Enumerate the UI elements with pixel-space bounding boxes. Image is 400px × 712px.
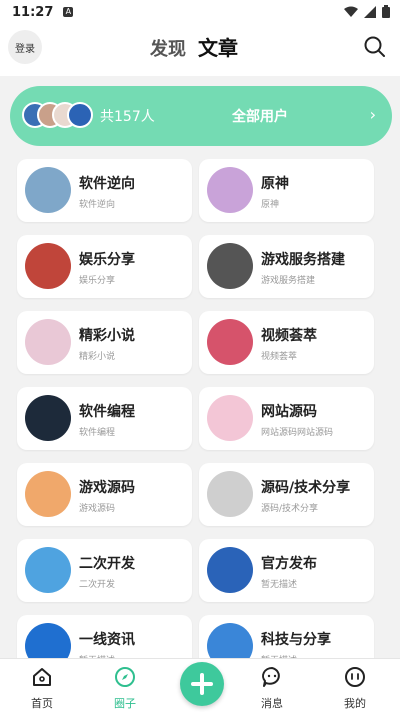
category-card[interactable]: 软件逆向 软件逆向: [17, 159, 192, 222]
category-thumbnail: [25, 243, 71, 289]
all-users-banner[interactable]: 共157人 全部用户 ›: [10, 86, 392, 146]
category-card[interactable]: 精彩小说 精彩小说: [17, 311, 192, 374]
category-desc: 精彩小说: [79, 352, 116, 362]
category-card[interactable]: 游戏源码 游戏源码: [17, 463, 192, 526]
chevron-right-icon: ›: [369, 105, 376, 124]
compass-icon: [115, 667, 135, 687]
category-title: 精彩小说: [79, 328, 135, 344]
category-thumbnail: [207, 395, 253, 441]
status-bar: 11:27 A: [0, 0, 400, 24]
lock-icon: [25, 167, 71, 213]
nav-profile[interactable]: 我的: [325, 665, 385, 711]
home-icon: [33, 668, 51, 686]
category-card[interactable]: 网站源码 网站源码网站源码: [199, 387, 374, 450]
all-users-label: 全部用户: [232, 109, 288, 125]
nav-messages-label: 消息: [261, 697, 283, 710]
nav-messages[interactable]: 消息: [242, 665, 302, 711]
user-avatars: [22, 100, 96, 130]
signal-icon: [364, 5, 376, 18]
category-thumbnail: [25, 471, 71, 517]
avatar: [67, 102, 93, 128]
category-title: 娱乐分享: [79, 252, 135, 268]
users-count: 共157人: [100, 109, 155, 125]
notification-a-icon: A: [63, 7, 74, 17]
category-desc: 二次开发: [79, 580, 116, 590]
wifi-icon: [344, 6, 358, 17]
category-title: 二次开发: [79, 556, 135, 572]
category-title: 源码/技术分享: [261, 480, 351, 496]
category-desc: 网站源码网站源码: [261, 428, 334, 438]
category-thumbnail: [207, 243, 253, 289]
search-icon[interactable]: [362, 34, 388, 60]
profile-icon: [345, 667, 365, 687]
category-desc: 软件编程: [79, 428, 116, 438]
category-thumbnail: [207, 319, 253, 365]
status-time: 11:27: [12, 4, 54, 20]
category-desc: 娱乐分享: [79, 276, 116, 286]
category-thumbnail: [207, 547, 253, 593]
message-icon: [262, 667, 280, 687]
category-thumbnail: [25, 319, 71, 365]
category-title: 科技与分享: [261, 632, 331, 648]
nav-circle[interactable]: 圈子: [95, 665, 155, 711]
nav-profile-label: 我的: [344, 697, 366, 710]
category-title: 游戏服务搭建: [261, 252, 345, 268]
category-title: 软件逆向: [79, 176, 135, 192]
category-card[interactable]: 视频荟萃 视频荟萃: [199, 311, 374, 374]
category-desc: 暂无描述: [261, 580, 298, 590]
nav-home-label: 首页: [31, 697, 53, 710]
category-card[interactable]: 娱乐分享 娱乐分享: [17, 235, 192, 298]
nav-home[interactable]: 首页: [12, 665, 72, 711]
category-title: 一线资讯: [79, 632, 135, 648]
category-title: 软件编程: [79, 404, 135, 420]
add-post-button[interactable]: [180, 662, 224, 706]
login-button[interactable]: 登录: [8, 30, 42, 64]
category-desc: 软件逆向: [79, 200, 116, 210]
tab-discover[interactable]: 发现: [150, 35, 186, 61]
category-desc: 原神: [261, 200, 280, 210]
category-title: 网站源码: [261, 404, 317, 420]
category-thumbnail: [25, 395, 71, 441]
category-title: 原神: [261, 176, 289, 192]
category-thumbnail: [207, 471, 253, 517]
category-thumbnail: [25, 547, 71, 593]
category-title: 游戏源码: [79, 480, 135, 496]
category-desc: 游戏服务搭建: [261, 276, 316, 286]
tab-articles[interactable]: 文章: [198, 32, 238, 61]
category-card[interactable]: 游戏服务搭建 游戏服务搭建: [199, 235, 374, 298]
category-desc: 视频荟萃: [261, 352, 298, 362]
category-desc: 游戏源码: [79, 504, 116, 514]
category-desc: 源码/技术分享: [261, 504, 319, 514]
category-card[interactable]: 原神 原神: [199, 159, 374, 222]
top-header: 登录 发现 文章: [0, 24, 400, 76]
nav-circle-label: 圈子: [114, 697, 136, 710]
category-card[interactable]: 软件编程 软件编程: [17, 387, 192, 450]
category-title: 官方发布: [261, 556, 317, 572]
category-card[interactable]: 源码/技术分享 源码/技术分享: [199, 463, 374, 526]
battery-icon: [382, 5, 390, 18]
category-card[interactable]: 二次开发 二次开发: [17, 539, 192, 602]
category-title: 视频荟萃: [261, 328, 317, 344]
status-icons: [344, 5, 390, 18]
category-card[interactable]: 官方发布 暂无描述: [199, 539, 374, 602]
category-thumbnail: [207, 167, 253, 213]
header-tabs: 发现 文章: [150, 32, 238, 61]
